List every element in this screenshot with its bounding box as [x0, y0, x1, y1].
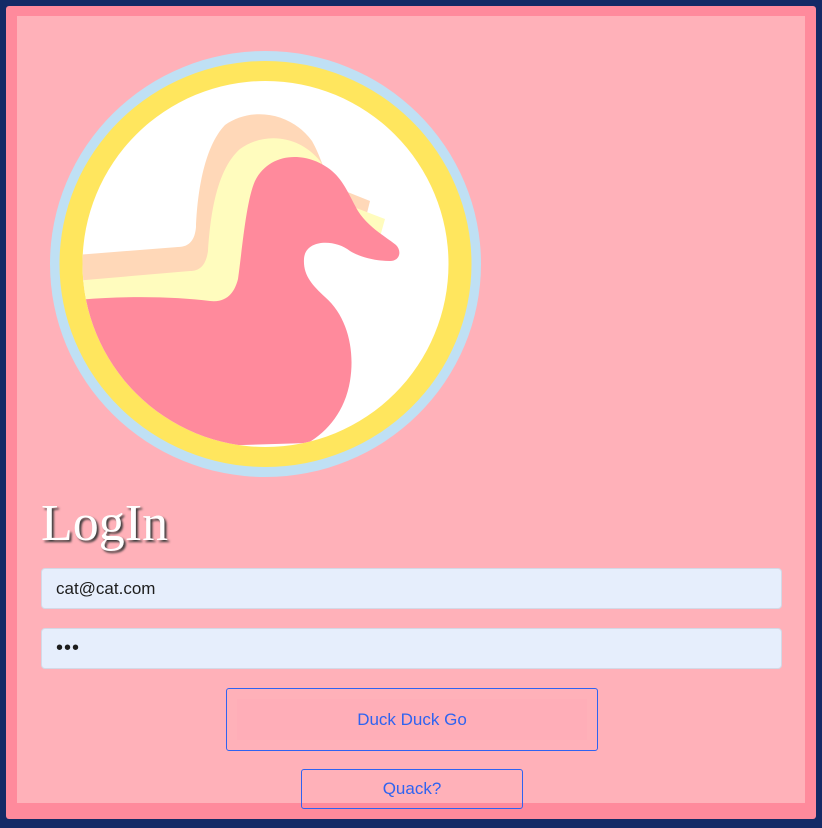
email-field[interactable] [41, 568, 782, 609]
quack-button[interactable]: Quack? [301, 769, 523, 809]
duck-icon [50, 51, 481, 477]
duck-duck-go-button[interactable]: Duck Duck Go [226, 688, 598, 751]
duck-logo [50, 51, 481, 477]
duck-duck-go-label: Duck Duck Go [357, 710, 467, 729]
password-field[interactable] [41, 628, 782, 669]
page-title: LogIn [41, 495, 169, 552]
